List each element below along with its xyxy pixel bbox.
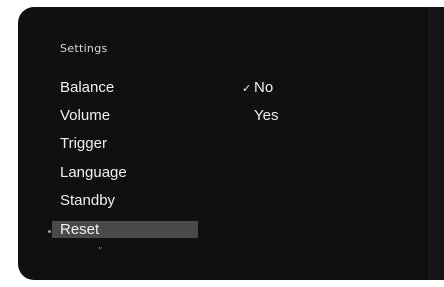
checkmark-icon: ✓ xyxy=(242,82,252,95)
menu-item-volume[interactable]: Volume xyxy=(52,107,198,124)
option-no-label: No xyxy=(254,79,274,96)
menu-item-trigger[interactable]: Trigger xyxy=(52,135,198,152)
menu-item-balance[interactable]: Balance xyxy=(52,79,198,96)
screen-right-edge xyxy=(429,7,444,280)
option-no[interactable]: ✓ No xyxy=(242,79,322,96)
page-title: Settings xyxy=(60,42,108,55)
option-yes[interactable]: Yes xyxy=(242,107,322,124)
option-yes-label: Yes xyxy=(254,107,279,124)
settings-screen: Settings Balance Volume Trigger Language… xyxy=(18,7,444,280)
cursor-dot-icon xyxy=(48,230,51,233)
menu-item-language[interactable]: Language xyxy=(52,164,198,181)
chevron-down-icon[interactable]: ⌄ xyxy=(97,243,104,251)
menu-item-reset[interactable]: Reset xyxy=(52,221,198,238)
menu-item-standby[interactable]: Standby xyxy=(52,192,198,209)
